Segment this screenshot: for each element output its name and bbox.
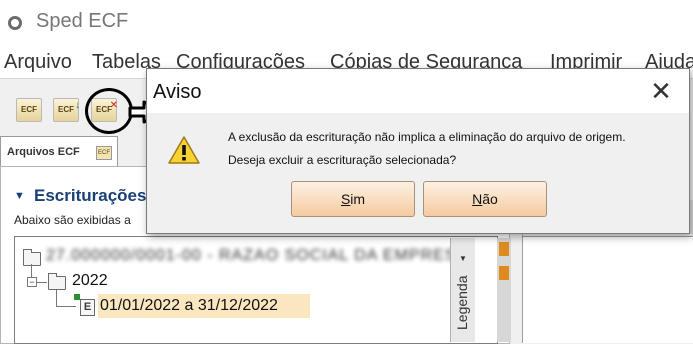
- escrituracao-file-icon: E: [80, 299, 95, 316]
- arrow-left-icon[interactable]: [499, 242, 509, 256]
- no-button-label: ão: [482, 191, 498, 207]
- details-panel: [522, 236, 693, 343]
- tree-root-label[interactable]: 27.000000/0001-00 - RAZAO SOCIAL DA EMPR…: [46, 247, 468, 265]
- ecf-import-button[interactable]: ECF ↓: [53, 98, 80, 122]
- close-icon[interactable]: ✕: [647, 77, 675, 105]
- no-button[interactable]: Não: [423, 181, 547, 217]
- ecf-tab-icon: ECF: [96, 146, 112, 160]
- warning-icon: [168, 136, 200, 164]
- yes-button-label: im: [350, 191, 366, 207]
- dialog-message-line1: A exclusão da escrituração não implica a…: [228, 130, 626, 144]
- dialog-title: Aviso: [153, 81, 202, 103]
- tree-line: [56, 306, 76, 307]
- yes-button[interactable]: Sim: [291, 181, 415, 217]
- arrow-down-icon: ↓: [75, 100, 80, 111]
- collapse-caret-icon[interactable]: ▼: [14, 190, 25, 202]
- arrow-right-icon[interactable]: [499, 266, 509, 280]
- confirm-dialog: Aviso ✕ A exclusão da escrituração não i…: [146, 68, 690, 234]
- folder-icon: [48, 273, 66, 290]
- section-subtitle: Abaixo são exibidas a: [14, 213, 131, 227]
- tree-expander-icon[interactable]: −: [27, 277, 37, 287]
- legend-label: Legenda: [454, 275, 470, 330]
- ecf-import-icon: ECF: [58, 105, 74, 114]
- app-icon: [8, 16, 22, 30]
- dialog-title-bar: Aviso ✕: [147, 69, 689, 113]
- no-button-mnemonic: N: [472, 191, 483, 207]
- tree-year-label[interactable]: 2022: [72, 272, 108, 290]
- tree-line: [56, 290, 57, 307]
- section-title: Escriturações: [34, 186, 147, 205]
- menu-arquivo[interactable]: Arquivo: [4, 51, 72, 74]
- tree-period-label[interactable]: 01/01/2022 a 31/12/2022: [100, 297, 278, 315]
- window-title: Sped ECF: [36, 10, 129, 32]
- yes-button-mnemonic: S: [340, 191, 351, 207]
- dialog-message-line2: Deseja excluir a escrituração selecionad…: [228, 153, 457, 167]
- folder-icon: [23, 249, 41, 266]
- title-bar: Sped ECF: [0, 0, 693, 48]
- ecf-icon: ECF: [21, 105, 37, 114]
- tab-label: Arquivos ECF: [7, 146, 80, 158]
- annotation-ellipse: [85, 88, 133, 134]
- tree-line: [37, 282, 47, 283]
- tab-arquivos-ecf[interactable]: Arquivos ECF ECF: [0, 136, 118, 167]
- caret-down-icon: ▼: [459, 254, 467, 263]
- ecf-button[interactable]: ECF: [16, 98, 42, 122]
